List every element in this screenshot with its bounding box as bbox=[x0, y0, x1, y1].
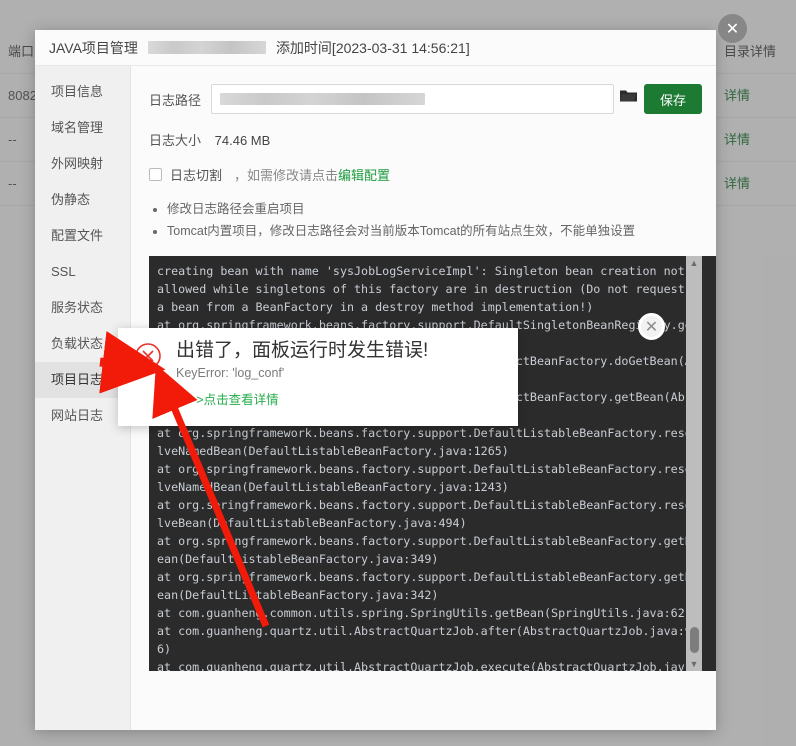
log-cut-label: 日志切割 bbox=[170, 168, 223, 183]
sidebar-item-ssl[interactable]: SSL bbox=[35, 254, 130, 290]
dialog-added-time: 添加时间[2023-03-31 14:56:21] bbox=[275, 39, 470, 56]
log-path-label: 日志路径 bbox=[149, 92, 202, 108]
log-size-row: 日志大小 74.46 MB bbox=[149, 130, 702, 149]
chevron-up-icon[interactable]: ▲ bbox=[690, 256, 699, 270]
log-size-label: 日志大小 bbox=[149, 133, 202, 148]
close-icon[interactable]: ✕ bbox=[638, 313, 665, 340]
sidebar-item-pseudo-static[interactable]: 伪静态 bbox=[35, 182, 130, 218]
notes-list: 修改日志路径会重启项目 Tomcat内置项目，修改日志路径会对当前版本Tomca… bbox=[149, 198, 702, 242]
note-item: Tomcat内置项目，修改日志路径会对当前版本Tomcat的所有站点生效，不能单… bbox=[167, 220, 702, 242]
screen-root: 端口 8082 -- -- 目录详情 详情 详情 详情 JAVA项目管理 添加时… bbox=[0, 0, 796, 746]
sidebar-item-site-log[interactable]: 网站日志 bbox=[35, 398, 130, 434]
log-console-wrap: creating bean with name 'sysJobLogServic… bbox=[149, 256, 716, 671]
sidebar-item-config-file[interactable]: 配置文件 bbox=[35, 218, 130, 254]
dialog-title: JAVA项目管理 bbox=[49, 39, 138, 56]
error-dialog: 出错了，面板运行时发生错误! KeyError: 'log_conf' >>点击… bbox=[118, 328, 518, 426]
dialog-sidebar: 项目信息 域名管理 外网映射 伪静态 配置文件 SSL 服务状态 负载状态 项目… bbox=[35, 66, 131, 730]
redacted-project-name bbox=[147, 41, 266, 54]
log-path-row: 日志路径 保存 bbox=[149, 84, 702, 114]
log-cut-row: 日志切割 ，如需修改请点击 编辑配置 bbox=[149, 165, 702, 184]
sidebar-item-project-log[interactable]: 项目日志 bbox=[35, 362, 130, 398]
scrollbar-thumb[interactable] bbox=[689, 627, 699, 653]
error-detail: KeyError: 'log_conf' bbox=[176, 366, 285, 380]
edit-config-link[interactable]: 编辑配置 bbox=[338, 165, 390, 184]
close-icon[interactable]: ✕ bbox=[718, 14, 747, 43]
sidebar-item-service-status[interactable]: 服务状态 bbox=[35, 290, 130, 326]
log-size-value: 74.46 MB bbox=[214, 133, 271, 148]
error-circle-icon bbox=[134, 342, 162, 370]
redacted-log-path bbox=[220, 93, 425, 105]
log-console[interactable]: creating bean with name 'sysJobLogServic… bbox=[149, 256, 716, 671]
sidebar-item-domain-manage[interactable]: 域名管理 bbox=[35, 110, 130, 146]
sidebar-item-project-info[interactable]: 项目信息 bbox=[35, 74, 130, 110]
log-path-input[interactable] bbox=[211, 84, 614, 114]
error-detail-link[interactable]: >>点击查看详情 bbox=[189, 389, 504, 408]
log-cut-hint: ，如需修改请点击 bbox=[234, 168, 339, 183]
folder-icon[interactable] bbox=[614, 84, 644, 114]
log-cut-checkbox[interactable] bbox=[149, 168, 162, 181]
chevron-down-icon[interactable]: ▼ bbox=[690, 657, 699, 671]
sidebar-item-load-status[interactable]: 负载状态 bbox=[35, 326, 130, 362]
dialog-title-bar: JAVA项目管理 添加时间[2023-03-31 14:56:21] bbox=[35, 30, 716, 66]
sidebar-item-external-mapping[interactable]: 外网映射 bbox=[35, 146, 130, 182]
log-console-scrollbar[interactable]: ▲ ▼ bbox=[686, 256, 702, 671]
error-title: 出错了，面板运行时发生错误! bbox=[176, 340, 429, 361]
save-button[interactable]: 保存 bbox=[643, 84, 702, 114]
note-item: 修改日志路径会重启项目 bbox=[167, 198, 702, 220]
